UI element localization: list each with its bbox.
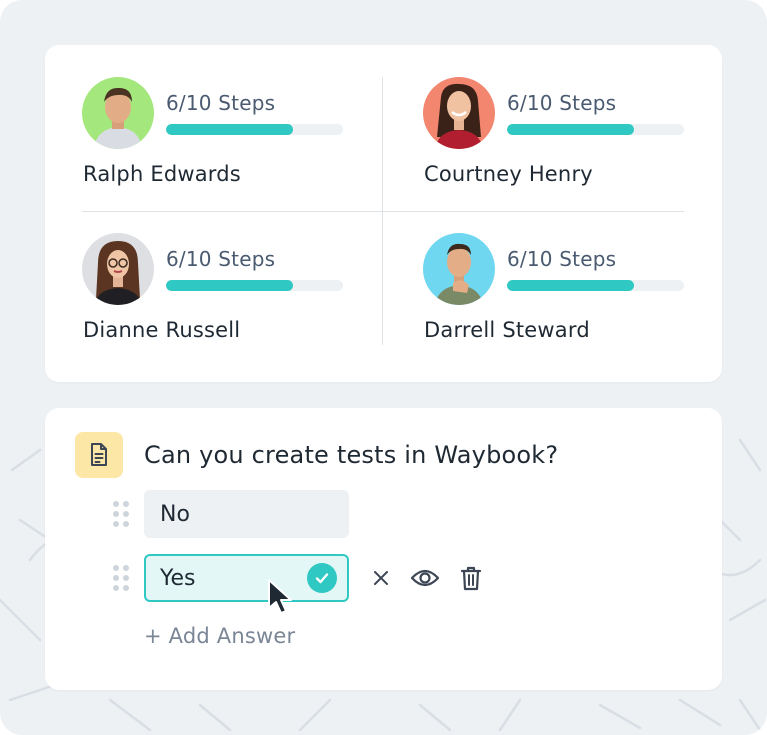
row-divider bbox=[82, 211, 684, 212]
trash-icon[interactable] bbox=[455, 564, 487, 592]
person-name: Courtney Henry bbox=[424, 162, 593, 186]
drag-handle-icon[interactable] bbox=[112, 564, 130, 592]
progress-bar-fill bbox=[507, 124, 635, 135]
person-name: Dianne Russell bbox=[83, 318, 241, 342]
person-name: Darrell Steward bbox=[424, 318, 590, 342]
person-card-courtney-henry[interactable]: 6/10 Steps Courtney Henry bbox=[423, 77, 693, 197]
steps-label: 6/10 Steps bbox=[166, 247, 276, 271]
answer-option-yes[interactable]: Yes bbox=[144, 554, 349, 602]
avatar-icon bbox=[423, 233, 495, 305]
person-name: Ralph Edwards bbox=[83, 162, 241, 186]
steps-label: 6/10 Steps bbox=[166, 91, 276, 115]
avatar-icon bbox=[423, 77, 495, 149]
question-type-badge bbox=[75, 432, 123, 478]
mouse-cursor-icon bbox=[268, 579, 292, 614]
avatar bbox=[423, 233, 495, 305]
quiz-question-card: Can you create tests in Waybook? No Yes … bbox=[45, 408, 722, 690]
progress-bar bbox=[166, 280, 343, 291]
person-card-ralph-edwards[interactable]: 6/10 Steps Ralph Edwards bbox=[82, 77, 352, 197]
progress-bar bbox=[507, 280, 684, 291]
answer-label: Yes bbox=[160, 565, 196, 591]
drag-handle-icon[interactable] bbox=[112, 500, 130, 528]
document-icon bbox=[91, 443, 107, 466]
answer-label: No bbox=[160, 501, 190, 527]
progress-bar-fill bbox=[166, 124, 294, 135]
team-progress-card: 6/10 Steps Ralph Edwards 6/10 Steps Cour… bbox=[45, 45, 722, 382]
progress-bar bbox=[166, 124, 343, 135]
progress-bar-fill bbox=[166, 280, 294, 291]
answer-option-no[interactable]: No bbox=[144, 490, 349, 538]
close-icon[interactable] bbox=[365, 564, 397, 592]
avatar bbox=[82, 77, 154, 149]
question-text[interactable]: Can you create tests in Waybook? bbox=[144, 441, 558, 469]
avatar-icon bbox=[82, 233, 154, 305]
eye-icon[interactable] bbox=[409, 564, 441, 592]
avatar bbox=[423, 77, 495, 149]
avatar-icon bbox=[82, 77, 154, 149]
person-card-dianne-russell[interactable]: 6/10 Steps Dianne Russell bbox=[82, 233, 352, 353]
steps-label: 6/10 Steps bbox=[507, 247, 617, 271]
avatar bbox=[82, 233, 154, 305]
progress-bar-fill bbox=[507, 280, 635, 291]
add-answer-link[interactable]: + Add Answer bbox=[144, 624, 295, 648]
person-card-darrell-steward[interactable]: 6/10 Steps Darrell Steward bbox=[423, 233, 693, 353]
progress-bar bbox=[507, 124, 684, 135]
app-canvas: 6/10 Steps Ralph Edwards 6/10 Steps Cour… bbox=[0, 0, 767, 735]
check-icon[interactable] bbox=[307, 563, 337, 593]
steps-label: 6/10 Steps bbox=[507, 91, 617, 115]
